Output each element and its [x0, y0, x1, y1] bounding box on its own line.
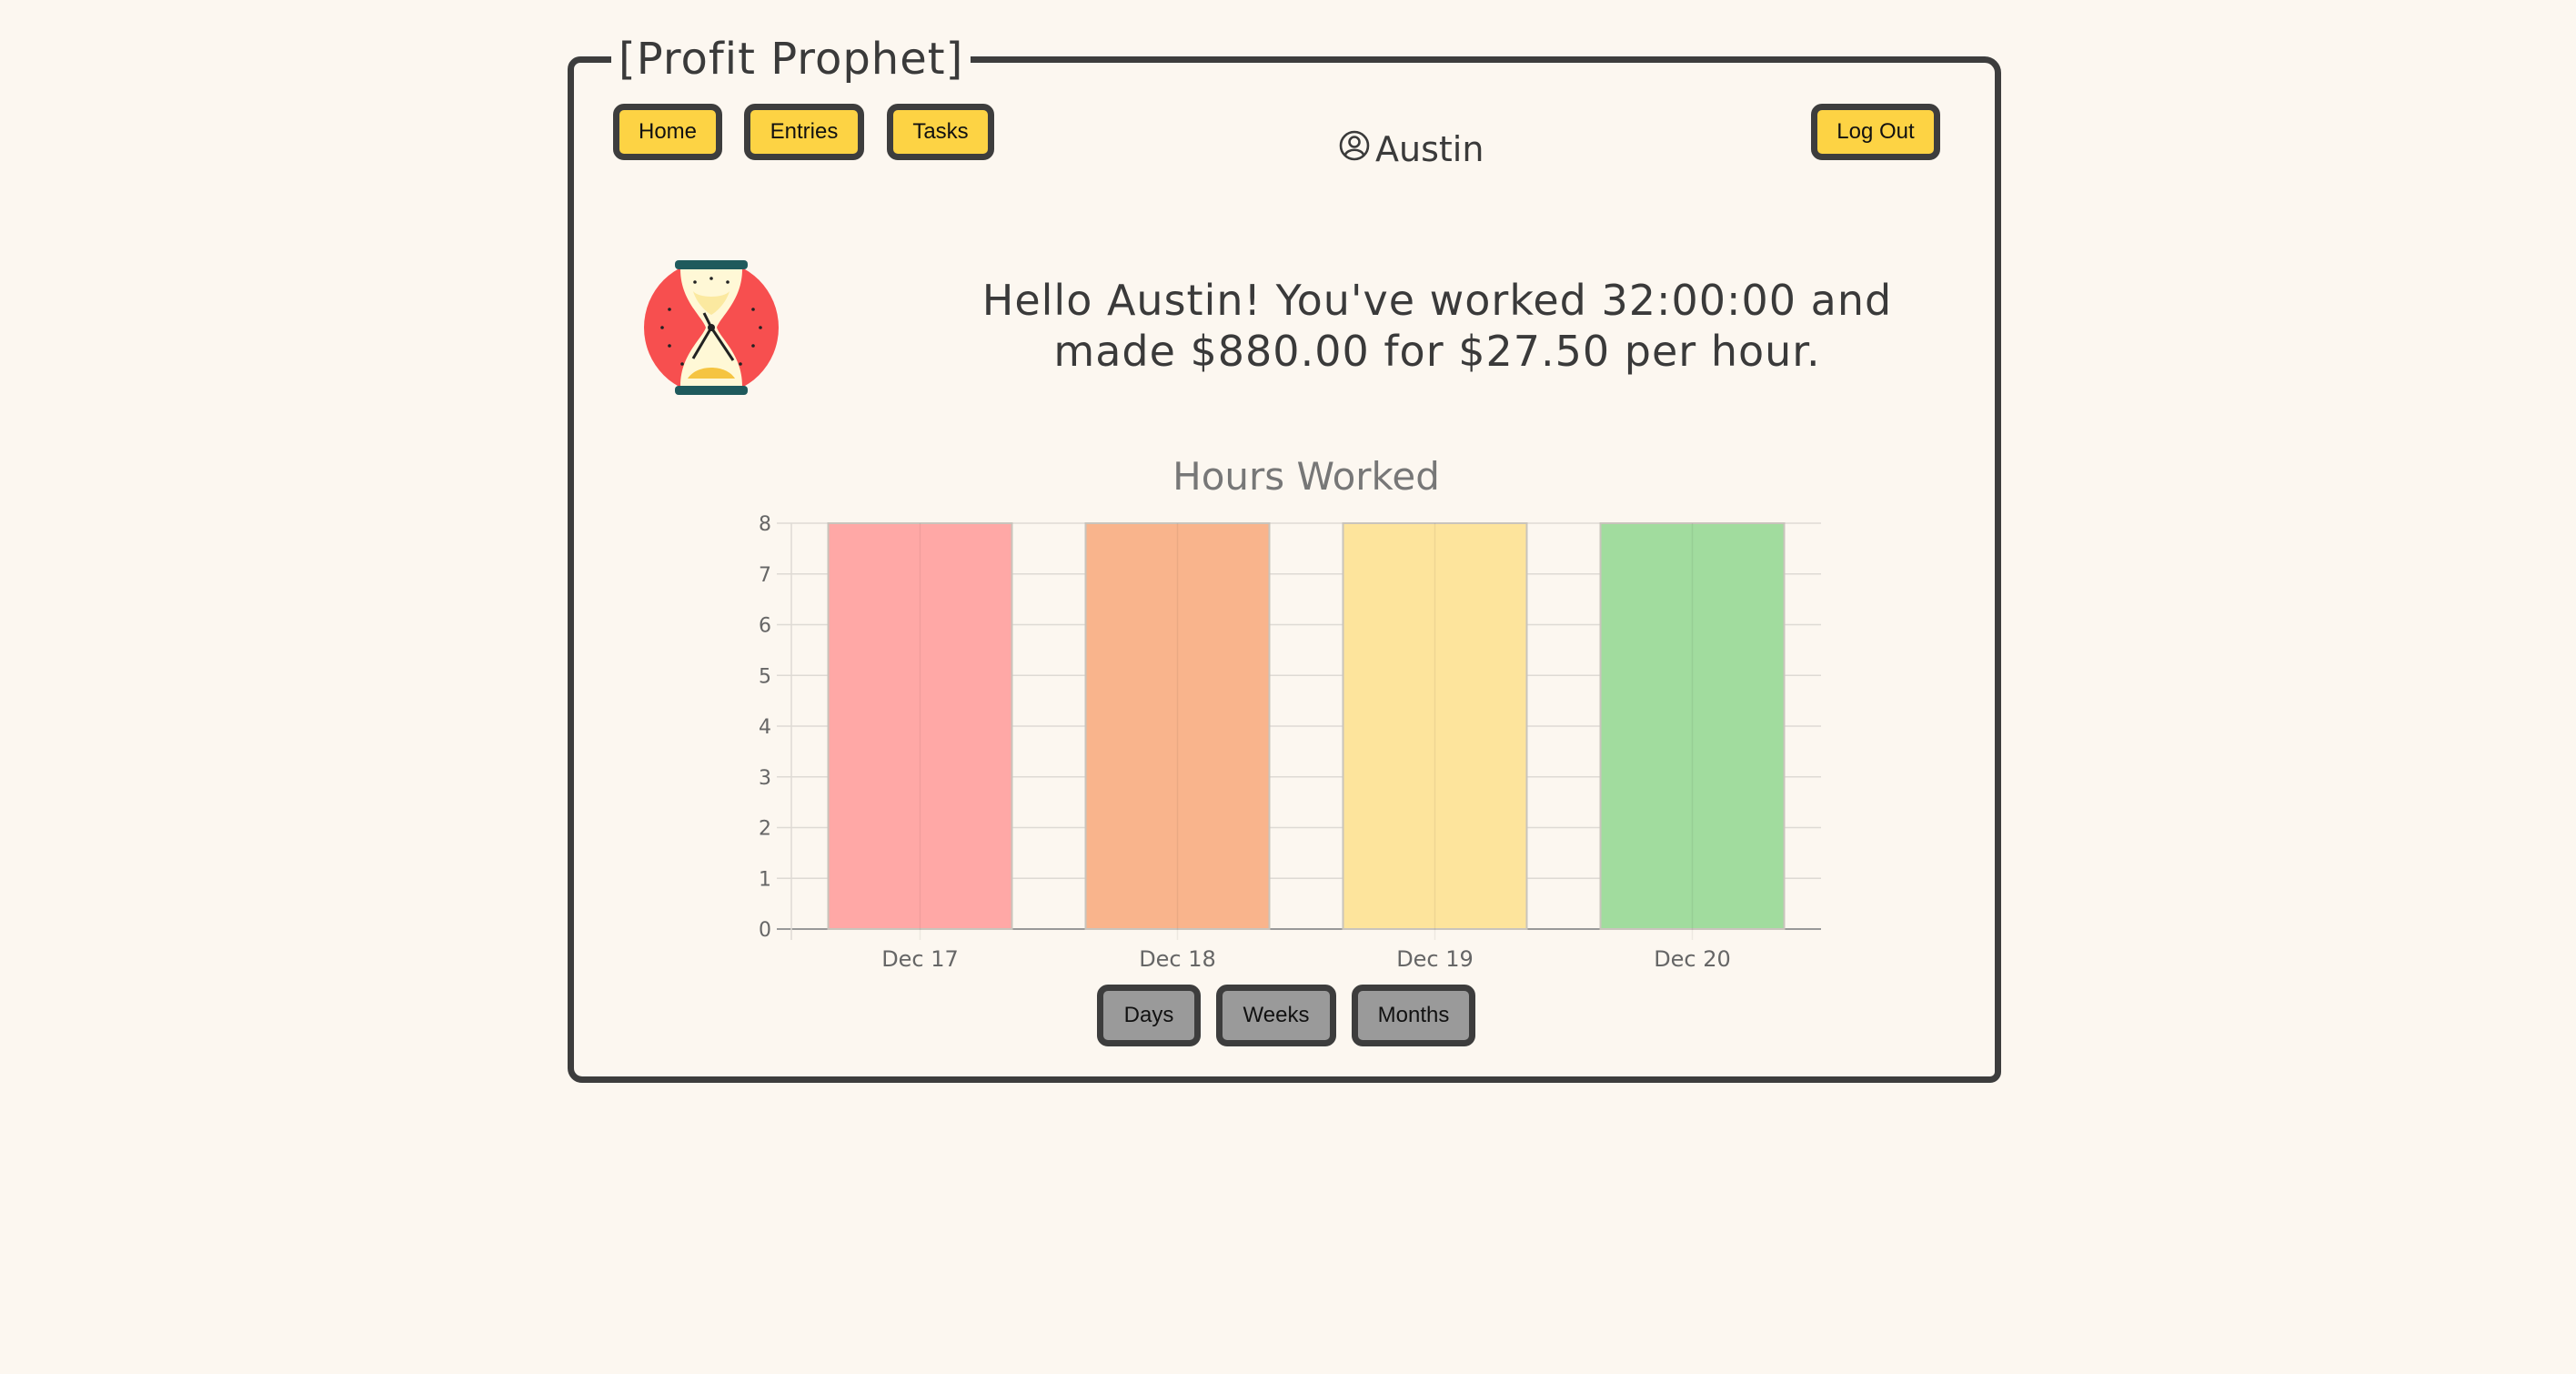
months-button[interactable]: Months	[1352, 985, 1475, 1046]
summary-greeting: Hello Austin! You've worked 32:00:00 and…	[800, 275, 2074, 377]
app-title: [Profit Prophet]	[611, 27, 971, 91]
y-tick-label: 0	[759, 919, 771, 942]
y-tick-label: 5	[759, 665, 771, 688]
y-tick-label: 7	[759, 564, 771, 587]
home-button[interactable]: Home	[613, 104, 722, 160]
y-tick-label: 4	[759, 716, 771, 739]
user-circle-icon	[1339, 129, 1370, 169]
y-tick-label: 1	[759, 868, 771, 891]
greeting-line-1: Hello Austin! You've worked 32:00:00 and	[981, 276, 1893, 325]
days-button[interactable]: Days	[1097, 985, 1201, 1046]
entries-button[interactable]: Entries	[744, 104, 864, 160]
y-tick-label: 2	[759, 818, 771, 841]
hourglass-logo-icon	[642, 258, 780, 397]
user-name: Austin	[1375, 129, 1484, 169]
y-tick-label: 3	[759, 767, 771, 790]
x-tick-label: Dec 17	[881, 946, 959, 972]
user-badge[interactable]: Austin	[1339, 124, 1484, 175]
weeks-button[interactable]: Weeks	[1216, 985, 1336, 1046]
hours-worked-chart: Hours Worked 0 1 2 3 4 5 6 7 8 Dec 17 Dec 18 Dec 19 D…	[759, 454, 1821, 972]
y-tick-label: 6	[759, 615, 771, 638]
x-tick-label: Dec 18	[1139, 946, 1216, 972]
logout-button[interactable]: Log Out	[1811, 104, 1940, 160]
x-tick-label: Dec 19	[1396, 946, 1474, 972]
chart-title: Hours Worked	[1172, 454, 1440, 499]
greeting-line-2: made $880.00 for $27.50 per hour.	[1053, 327, 1821, 376]
y-tick-label: 8	[759, 513, 771, 536]
x-tick-label: Dec 20	[1654, 946, 1731, 972]
tasks-button[interactable]: Tasks	[887, 104, 994, 160]
